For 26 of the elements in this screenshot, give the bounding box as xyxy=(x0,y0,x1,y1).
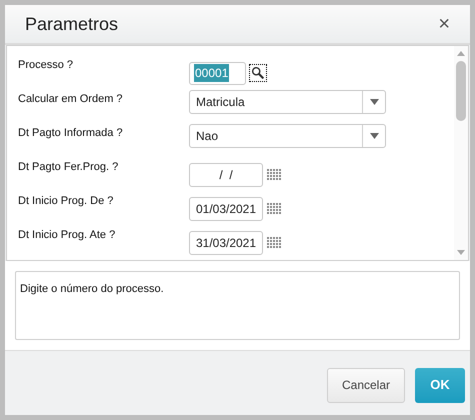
search-icon[interactable] xyxy=(249,64,267,82)
close-button[interactable]: × xyxy=(438,14,450,34)
date-field[interactable]: 01/03/2021 xyxy=(189,197,263,221)
dropdown[interactable]: Nao xyxy=(189,124,386,148)
field-value: 00001 xyxy=(194,64,230,82)
window-title: Parametros xyxy=(25,12,118,36)
field-label: Dt Pagto Fer.Prog. ? xyxy=(18,160,120,175)
scroll-up-icon[interactable] xyxy=(457,51,465,56)
field-label: Dt Pagto Informada ? xyxy=(18,126,124,141)
cancel-button[interactable]: Cancelar xyxy=(327,368,405,402)
field-label: Dt Inicio Prog. De ? xyxy=(18,194,114,209)
caret-icon xyxy=(370,99,378,105)
field-label: Processo ? xyxy=(18,58,74,73)
calendar-icon[interactable] xyxy=(267,203,282,215)
calendar-icon[interactable] xyxy=(267,237,282,249)
scrollbar[interactable] xyxy=(454,46,468,260)
scroll-thumb[interactable] xyxy=(456,61,466,121)
dropdown[interactable]: Matricula xyxy=(189,90,386,114)
caret-icon xyxy=(370,133,378,139)
field-label: Dt Inicio Prog. Ate ? xyxy=(18,228,116,243)
field-label: Calcular em Ordem ? xyxy=(18,92,124,107)
calendar-icon[interactable] xyxy=(267,169,282,181)
scroll-down-icon[interactable] xyxy=(457,250,465,255)
date-field[interactable]: / / xyxy=(189,163,263,187)
help-text: Digite o número do processo. xyxy=(20,283,164,295)
date-field[interactable]: 31/03/2021 xyxy=(189,231,263,255)
